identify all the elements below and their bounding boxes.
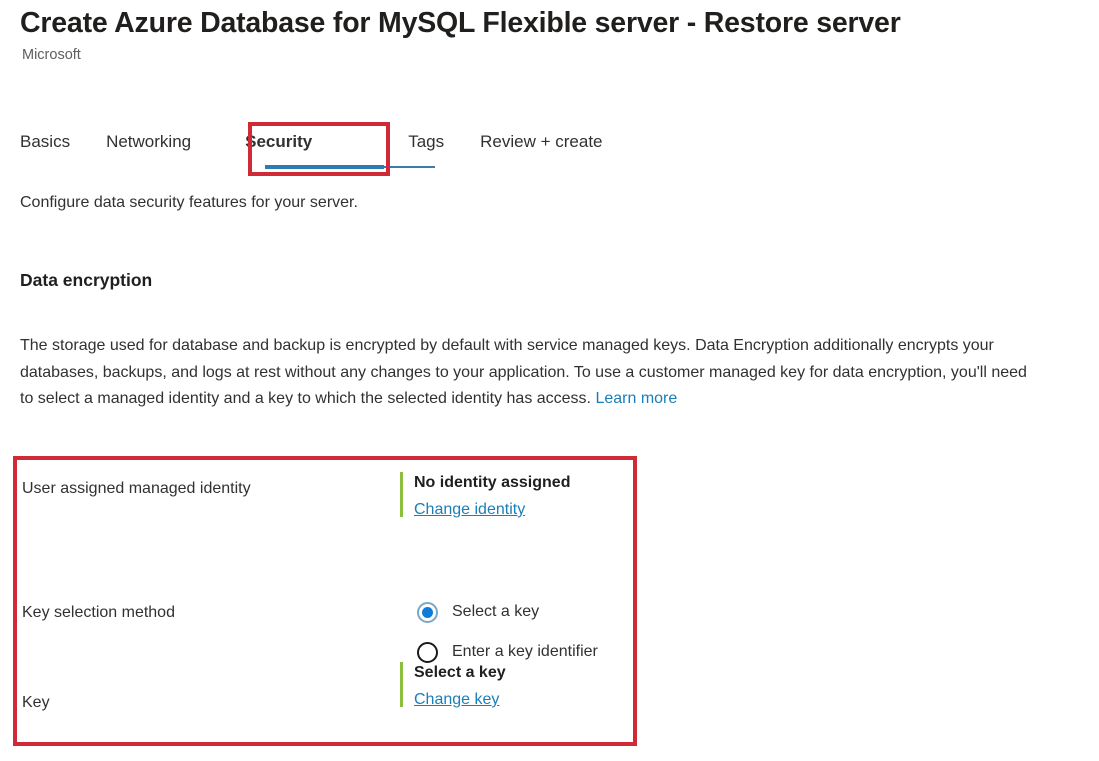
tab-security-label: Security [245,132,312,151]
description-text: The storage used for database and backup… [20,337,1027,407]
intro-text: Configure data security features for you… [20,192,358,214]
identity-value-text: No identity assigned [414,470,632,496]
data-encryption-form: User assigned managed identity No identi… [22,470,632,742]
value-key-selection-method: Select a key Enter a key identifier [400,564,632,672]
tab-selected-indicator [265,165,384,169]
tab-networking[interactable]: Networking [106,126,191,170]
value-key: Select a key Change key [400,660,632,713]
tab-review-create-label: Review + create [480,132,602,151]
change-identity-link[interactable]: Change identity [414,496,525,523]
value-accent-bar-key [400,662,403,707]
section-description: The storage used for database and backup… [20,333,1040,413]
radio-dot-icon [422,607,433,618]
form-row-user-assigned-identity: User assigned managed identity No identi… [22,470,632,564]
form-row-key-selection-method: Key selection method Select a key Enter … [22,564,632,660]
label-user-assigned-managed-identity: User assigned managed identity [22,470,400,500]
radio-dot-icon-empty [422,647,433,658]
tab-basics[interactable]: Basics [20,126,70,170]
page-header: Create Azure Database for MySQL Flexible… [20,4,1090,65]
tab-security[interactable]: Security [229,126,328,170]
tab-basics-label: Basics [20,132,70,151]
radio-select-a-key[interactable]: Select a key [417,592,632,632]
key-selection-radio-group: Select a key Enter a key identifier [414,564,632,672]
value-user-assigned-identity: No identity assigned Change identity [400,470,632,523]
section-heading-data-encryption: Data encryption [20,268,152,292]
label-key: Key [22,660,400,714]
form-row-key: Key Select a key Change key [22,660,632,742]
label-key-selection-method: Key selection method [22,564,400,624]
tab-tags-label: Tags [408,132,444,151]
page-title: Create Azure Database for MySQL Flexible… [20,4,1090,42]
learn-more-link[interactable]: Learn more [595,390,677,407]
tab-tags[interactable]: Tags [408,126,444,170]
tab-networking-label: Networking [106,132,191,151]
radio-filled-icon [417,602,438,623]
value-accent-bar-identity [400,472,403,517]
tab-review-create[interactable]: Review + create [480,126,602,170]
radio-select-a-key-label: Select a key [452,601,539,623]
publisher-label: Microsoft [22,45,1090,65]
change-key-link[interactable]: Change key [414,686,499,713]
key-value-text: Select a key [414,660,632,686]
